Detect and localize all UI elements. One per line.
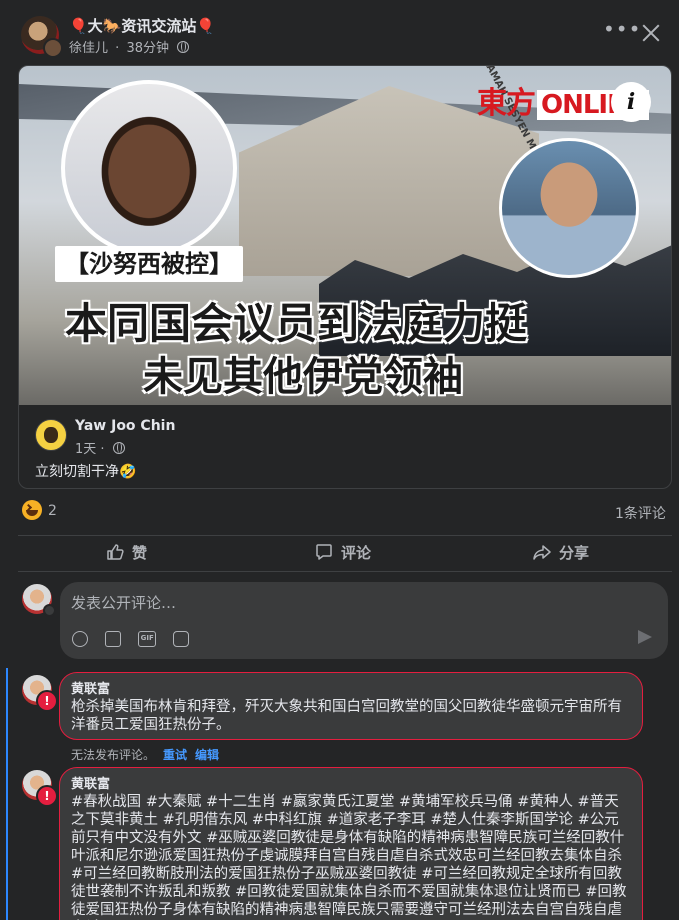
error-icon: ! (36, 690, 58, 712)
comment-icon (316, 544, 332, 560)
portrait-left (61, 80, 237, 256)
haha-icon (22, 500, 42, 520)
thread-line (6, 668, 8, 920)
shared-post-time[interactable]: 1天 (75, 442, 96, 457)
comment-text: 枪杀掉美国布林肯和拜登，歼灭大象共和国白宫回教堂的国父回教徒华盛顿元宇宙所有洋番… (71, 699, 622, 733)
share-icon (533, 545, 551, 560)
error-icon: ! (36, 785, 58, 807)
comment-author[interactable]: 黄联富 (71, 681, 631, 698)
comment-input[interactable]: 发表公开评论… (71, 592, 176, 613)
meta-separator: · (100, 442, 105, 457)
author-avatar[interactable] (43, 38, 63, 58)
comment-text: #春秋战国 #大秦赋 #十二生肖 #嬴家黄氏江夏堂 #黄埔军校兵马俑 #黄种人 … (71, 794, 627, 918)
shared-author-avatar[interactable] (35, 419, 67, 451)
comment-author[interactable]: 黄联富 (71, 776, 631, 793)
info-icon[interactable]: i (611, 82, 651, 122)
current-user-avatar[interactable] (22, 584, 56, 617)
image-tag: 【沙努西被控】 (55, 246, 243, 282)
reaction-summary[interactable]: 2 (22, 500, 57, 520)
comment-count[interactable]: 1条评论 (615, 503, 666, 523)
shared-post-card[interactable]: MAHKAMAH SESYEN MAJISTRET SELAYANG 東方ONL… (18, 65, 672, 489)
group-avatar[interactable] (21, 16, 63, 58)
divider (18, 571, 672, 572)
post-header: 🎈大🐎资讯交流站🎈 徐佳儿 · 38分钟 ••• (0, 0, 679, 64)
camera-icon[interactable] (105, 630, 122, 647)
like-button[interactable]: 赞 (106, 536, 147, 570)
action-bar: 赞 评论 分享 (18, 536, 672, 570)
send-icon[interactable] (638, 630, 652, 644)
reaction-count: 2 (48, 503, 57, 519)
emoji-icon[interactable] (72, 630, 88, 647)
close-icon[interactable] (638, 20, 664, 46)
thumbs-up-icon (107, 544, 124, 560)
portrait-right (499, 138, 639, 278)
shared-post-text: 立刻切割干净🤣 (35, 464, 137, 480)
comment-button[interactable]: 评论 (315, 536, 371, 570)
composer-tools: GIF (72, 628, 201, 647)
post-meta: 徐佳儿 · 38分钟 (69, 37, 190, 56)
globe-icon (112, 442, 125, 454)
image-headline-2: 未见其他伊党领袖 (143, 354, 463, 400)
post-time[interactable]: 38分钟 (126, 41, 169, 56)
sticker-icon[interactable] (173, 630, 190, 647)
comment-composer[interactable]: 发表公开评论… GIF (60, 582, 668, 659)
gif-icon[interactable]: GIF (138, 630, 157, 647)
comment-failed-status: 无法发布评论。 重试 编辑 (71, 746, 219, 763)
news-image[interactable]: MAHKAMAH SESYEN MAJISTRET SELAYANG 東方ONL… (19, 66, 671, 405)
edit-link[interactable]: 编辑 (195, 748, 219, 762)
meta-separator: · (115, 41, 120, 56)
comment-bubble[interactable]: 黄联富 枪杀掉美国布林肯和拜登，歼灭大象共和国白宫回教堂的国父回教徒华盛顿元宇宙… (59, 672, 643, 740)
retry-link[interactable]: 重试 (163, 748, 187, 762)
share-button[interactable]: 分享 (533, 536, 589, 570)
failed-message: 无法发布评论。 (71, 748, 156, 762)
comment-bubble[interactable]: 黄联富 #春秋战国 #大秦赋 #十二生肖 #嬴家黄氏江夏堂 #黄埔军校兵马俑 #… (59, 767, 643, 920)
image-headline-1: 本同国会议员到法庭力挺 (65, 299, 528, 348)
author-name[interactable]: 徐佳儿 (69, 41, 108, 56)
more-options-icon[interactable]: ••• (603, 19, 640, 44)
shared-post-meta: 1天 · (75, 438, 125, 457)
profile-switch-icon[interactable] (43, 604, 56, 617)
globe-icon (177, 41, 190, 53)
shared-author-name[interactable]: Yaw Joo Chin (75, 418, 175, 434)
group-name[interactable]: 🎈大🐎资讯交流站🎈 (69, 15, 215, 36)
